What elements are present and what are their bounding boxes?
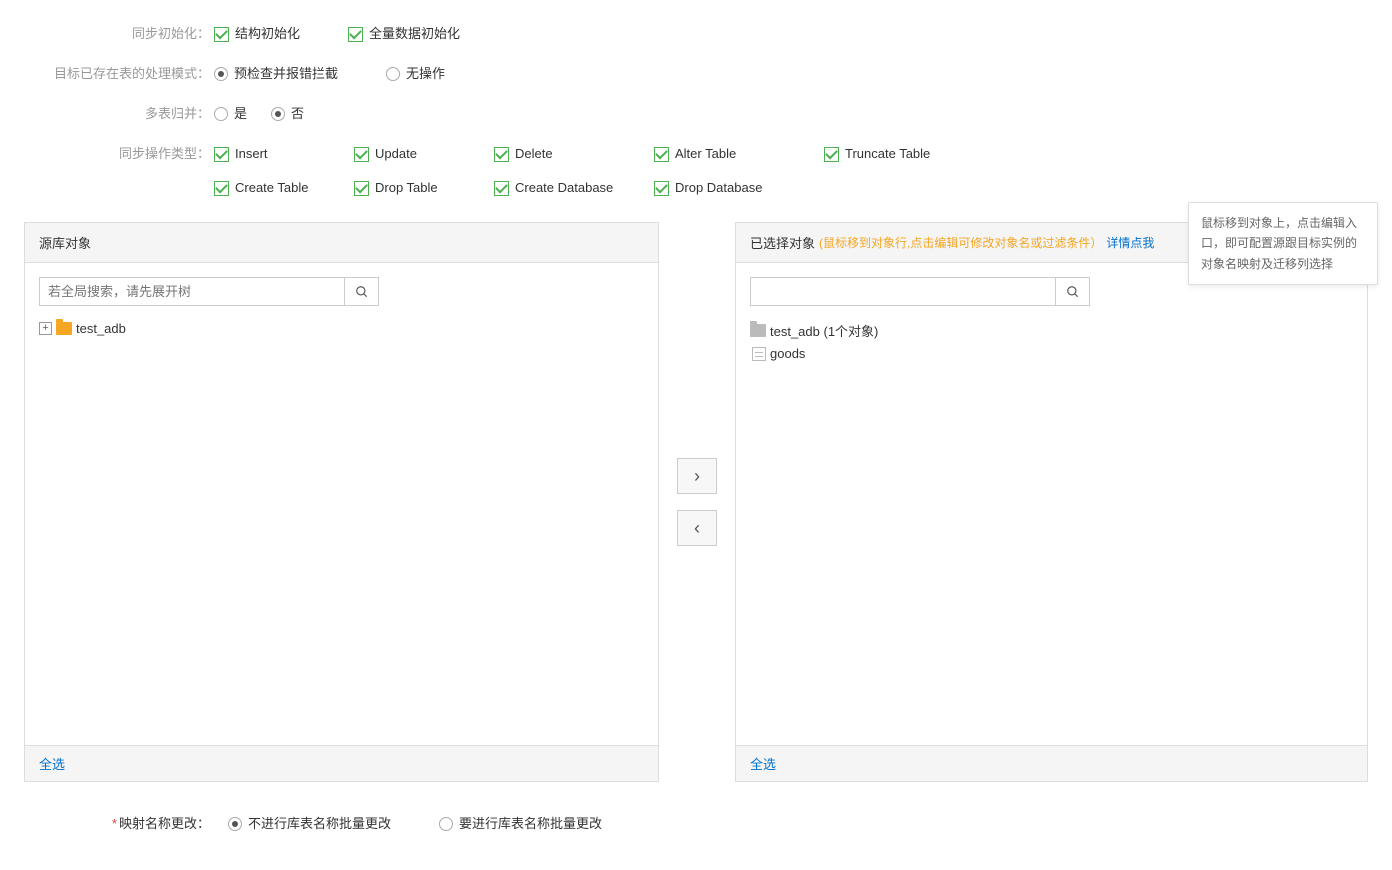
radio-label: 不进行库表名称批量更改 bbox=[248, 810, 391, 838]
checkbox-label: 结构初始化 bbox=[235, 20, 300, 48]
radio-icon bbox=[228, 817, 242, 831]
checkbox-drop-table[interactable]: Drop Table bbox=[354, 174, 494, 202]
check-icon bbox=[214, 181, 229, 196]
check-icon bbox=[348, 27, 363, 42]
chevron-left-icon: ‹ bbox=[694, 518, 700, 539]
radio-no[interactable]: 否 bbox=[271, 100, 304, 128]
target-select-all-link[interactable]: 全选 bbox=[750, 757, 776, 772]
source-search bbox=[39, 277, 379, 306]
target-search-button[interactable] bbox=[1055, 278, 1089, 305]
checkbox-update[interactable]: Update bbox=[354, 140, 494, 168]
checkbox-alter[interactable]: Alter Table bbox=[654, 140, 824, 168]
radio-label: 无操作 bbox=[406, 60, 445, 88]
radio-label: 否 bbox=[291, 100, 304, 128]
checkbox-truncate[interactable]: Truncate Table bbox=[824, 140, 1024, 168]
target-search-input[interactable] bbox=[751, 278, 1055, 305]
target-panel: 已选择对象 (鼠标移到对象行,点击编辑可修改对象名或过滤条件） 详情点我 tes… bbox=[735, 222, 1368, 782]
source-select-all-link[interactable]: 全选 bbox=[39, 757, 65, 772]
checkbox-label: Create Table bbox=[235, 174, 308, 202]
expand-icon[interactable]: + bbox=[39, 322, 52, 335]
target-table-item[interactable]: goods bbox=[750, 343, 1353, 364]
check-icon bbox=[214, 147, 229, 162]
move-left-button[interactable]: ‹ bbox=[677, 510, 717, 546]
chevron-right-icon: › bbox=[694, 466, 700, 487]
checkbox-struct-init[interactable]: 结构初始化 bbox=[214, 20, 300, 48]
checkbox-delete[interactable]: Delete bbox=[494, 140, 654, 168]
check-icon bbox=[654, 181, 669, 196]
sync-op-label: 同步操作类型： bbox=[24, 140, 214, 168]
source-search-input[interactable] bbox=[40, 278, 344, 305]
required-indicator: * bbox=[112, 816, 117, 831]
folder-icon bbox=[56, 322, 72, 335]
check-icon bbox=[214, 27, 229, 42]
search-icon bbox=[1066, 285, 1080, 299]
checkbox-label: Create Database bbox=[515, 174, 613, 202]
checkbox-create-table[interactable]: Create Table bbox=[214, 174, 354, 202]
radio-no-batch[interactable]: 不进行库表名称批量更改 bbox=[228, 810, 391, 838]
checkbox-create-db[interactable]: Create Database bbox=[494, 174, 654, 202]
radio-icon bbox=[439, 817, 453, 831]
check-icon bbox=[354, 147, 369, 162]
radio-icon bbox=[214, 107, 228, 121]
checkbox-full-init[interactable]: 全量数据初始化 bbox=[348, 20, 460, 48]
checkbox-insert[interactable]: Insert bbox=[214, 140, 354, 168]
check-icon bbox=[654, 147, 669, 162]
radio-label: 要进行库表名称批量更改 bbox=[459, 810, 602, 838]
target-db-item[interactable]: test_adb (1个对象) bbox=[750, 318, 1353, 343]
search-icon bbox=[355, 285, 369, 299]
radio-noop[interactable]: 无操作 bbox=[386, 60, 445, 88]
move-right-button[interactable]: › bbox=[677, 458, 717, 494]
target-search bbox=[750, 277, 1090, 306]
source-panel: 源库对象 + test_adb 全选 bbox=[24, 222, 659, 782]
checkbox-label: Drop Table bbox=[375, 174, 438, 202]
radio-icon bbox=[271, 107, 285, 121]
checkbox-label: 全量数据初始化 bbox=[369, 20, 460, 48]
sync-init-label: 同步初始化： bbox=[24, 20, 214, 48]
checkbox-label: Update bbox=[375, 140, 417, 168]
source-panel-title: 源库对象 bbox=[39, 233, 91, 252]
check-icon bbox=[494, 181, 509, 196]
checkbox-label: Delete bbox=[515, 140, 553, 168]
checkbox-label: Truncate Table bbox=[845, 140, 930, 168]
radio-precheck[interactable]: 预检查并报错拦截 bbox=[214, 60, 338, 88]
checkbox-label: Insert bbox=[235, 140, 268, 168]
check-icon bbox=[494, 147, 509, 162]
edit-tooltip: 鼠标移到对象上，点击编辑入口，即可配置源跟目标实例的对象名映射及迁移列选择 bbox=[1188, 202, 1378, 285]
checkbox-drop-db[interactable]: Drop Database bbox=[654, 174, 824, 202]
target-panel-hint: (鼠标移到对象行,点击编辑可修改对象名或过滤条件） bbox=[819, 234, 1102, 251]
folder-icon bbox=[750, 324, 766, 337]
source-tree-item[interactable]: + test_adb bbox=[39, 318, 644, 339]
checkbox-label: Alter Table bbox=[675, 140, 736, 168]
tree-item-label: goods bbox=[770, 346, 805, 361]
tree-item-label: test_adb (1个对象) bbox=[770, 321, 878, 340]
tree-item-label: test_adb bbox=[76, 321, 126, 336]
radio-yes[interactable]: 是 bbox=[214, 100, 247, 128]
table-icon bbox=[752, 347, 766, 361]
detail-link[interactable]: 详情点我 bbox=[1106, 234, 1154, 251]
source-search-button[interactable] bbox=[344, 278, 378, 305]
radio-label: 是 bbox=[234, 100, 247, 128]
checkbox-label: Drop Database bbox=[675, 174, 762, 202]
target-mode-label: 目标已存在表的处理模式： bbox=[24, 60, 214, 88]
radio-label: 预检查并报错拦截 bbox=[234, 60, 338, 88]
multi-merge-label: 多表归并： bbox=[24, 100, 214, 128]
target-panel-title: 已选择对象 bbox=[750, 233, 815, 252]
mapping-label: *映射名称更改： bbox=[24, 810, 214, 838]
radio-icon bbox=[214, 67, 228, 81]
radio-icon bbox=[386, 67, 400, 81]
check-icon bbox=[824, 147, 839, 162]
radio-do-batch[interactable]: 要进行库表名称批量更改 bbox=[439, 810, 602, 838]
check-icon bbox=[354, 181, 369, 196]
